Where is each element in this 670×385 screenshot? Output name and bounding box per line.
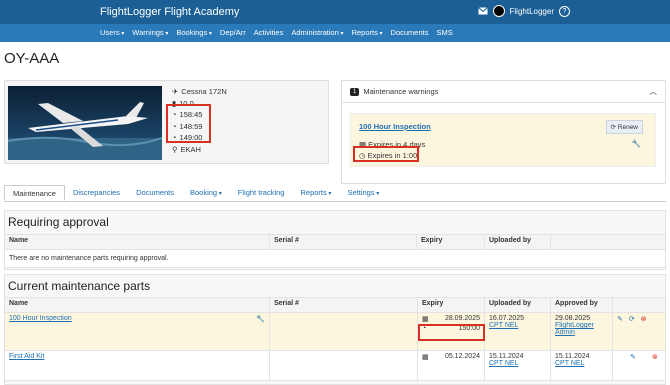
part-name-link[interactable]: First Aid Kit	[9, 353, 44, 360]
renew-button[interactable]: ⟳ Renew	[605, 120, 643, 134]
current-parts-table: Name Serial # Expiry Uploaded by Approve…	[4, 297, 666, 381]
expiry-date: ▦ 28.09.2025	[422, 315, 480, 323]
calendar-icon: ▦	[422, 354, 429, 361]
edit-icon[interactable]: ✎	[617, 316, 623, 323]
spec-base: ⚲ EKAH	[172, 144, 201, 154]
tab-flight-tracking[interactable]: Flight tracking	[230, 185, 293, 201]
app-title[interactable]: FlightLogger Flight Academy	[100, 6, 239, 18]
spec-model: ✈ Cessna 172N	[172, 87, 227, 96]
tab-documents[interactable]: Documents	[128, 185, 182, 201]
warning-count-badge: 1	[350, 87, 360, 96]
user-area: FlightLogger ?	[477, 5, 570, 17]
tab-booking[interactable]: Booking	[182, 185, 230, 201]
nav-item-users[interactable]: Users	[100, 28, 124, 37]
user-name[interactable]: FlightLogger	[510, 7, 554, 16]
tab-settings[interactable]: Settings	[339, 185, 387, 201]
edit-icon[interactable]: ✎	[630, 354, 636, 361]
uploaded-by-link[interactable]: CPT NEL	[489, 360, 546, 367]
warnings-title: Maintenance warnings	[363, 87, 439, 96]
empty-row: There are no maintenance parts requiring…	[4, 249, 666, 268]
part-name-link[interactable]: 100 Hour Inspection	[9, 315, 72, 322]
maintenance-warnings-card: 1 Maintenance warnings ︿ 100 Hour Inspec…	[341, 80, 666, 184]
table-row: First Aid Kit ▦ 05.12.2024 15.11.2024 CPT…	[4, 350, 666, 381]
table-header: Name Serial # Expiry Uploaded by	[4, 234, 666, 250]
nav-item-documents[interactable]: Documents	[391, 28, 429, 37]
nav-item-activities[interactable]: Activities	[254, 28, 284, 37]
help-icon[interactable]: ?	[559, 5, 570, 17]
delete-icon[interactable]: ⊗	[641, 316, 647, 323]
top-bar: FlightLogger Flight Academy FlightLogger…	[0, 0, 670, 24]
main-nav: Users Warnings Bookings Dep/Arr Activities Ad…	[0, 24, 670, 42]
plane-icon: ✈	[172, 87, 179, 96]
mail-icon[interactable]	[477, 7, 488, 15]
tab-reports[interactable]: Reports	[292, 185, 339, 201]
avatar[interactable]	[492, 5, 505, 17]
approved-by-link[interactable]: FlightLogger Admin	[555, 322, 608, 336]
tab-maintenance[interactable]: Maintenance	[4, 185, 65, 201]
nav-item-reports[interactable]: Reports	[352, 28, 383, 37]
nav-item-administration[interactable]: Administration	[291, 28, 343, 37]
location-pin-icon: ⚲	[172, 144, 178, 154]
requiring-approval-table: Name Serial # Expiry Uploaded by There a…	[4, 234, 666, 268]
table-row: 100 Hour Inspection 🔧 ▦ 28.09.2025 ◔ 150:0…	[4, 312, 666, 351]
aircraft-photo	[8, 86, 162, 160]
highlight-timers	[166, 104, 211, 143]
uploaded-by-link[interactable]: CPT NEL	[489, 322, 546, 329]
highlight-expires-hours	[353, 146, 419, 162]
expiry-date: ▦ 05.12.2024	[422, 353, 480, 361]
table-header: Name Serial # Expiry Uploaded by Approve…	[4, 297, 666, 313]
warning-item-link[interactable]: 100 Hour Inspection	[359, 122, 431, 131]
highlight-expiry-hours	[418, 324, 485, 341]
chevron-up-icon[interactable]: ︿	[650, 86, 658, 97]
tab-discrepancies[interactable]: Discrepancies	[65, 185, 128, 201]
nav-item-dep-arr[interactable]: Dep/Arr	[220, 28, 246, 37]
nav-item-warnings[interactable]: Warnings	[132, 28, 168, 37]
page-title: OY-AAA	[4, 50, 60, 67]
requiring-approval-title: Requiring approval	[8, 215, 109, 229]
calendar-icon: ▦	[422, 316, 429, 323]
aircraft-tabs: Maintenance Discrepancies Documents Booking…	[4, 185, 666, 202]
refresh-icon: ⟳	[610, 124, 618, 131]
nav-item-sms[interactable]: SMS	[436, 28, 452, 37]
renew-icon[interactable]: ⟳	[629, 316, 635, 323]
wrench-icon: 🔧	[631, 139, 641, 148]
current-parts-title: Current maintenance parts	[8, 279, 151, 293]
wrench-icon: 🔧	[256, 316, 265, 323]
warnings-header[interactable]: 1 Maintenance warnings ︿	[342, 81, 665, 103]
approved-by-link[interactable]: CPT NEL	[555, 360, 608, 367]
delete-icon[interactable]: ⊗	[652, 354, 658, 361]
nav-item-bookings[interactable]: Bookings	[176, 28, 212, 37]
